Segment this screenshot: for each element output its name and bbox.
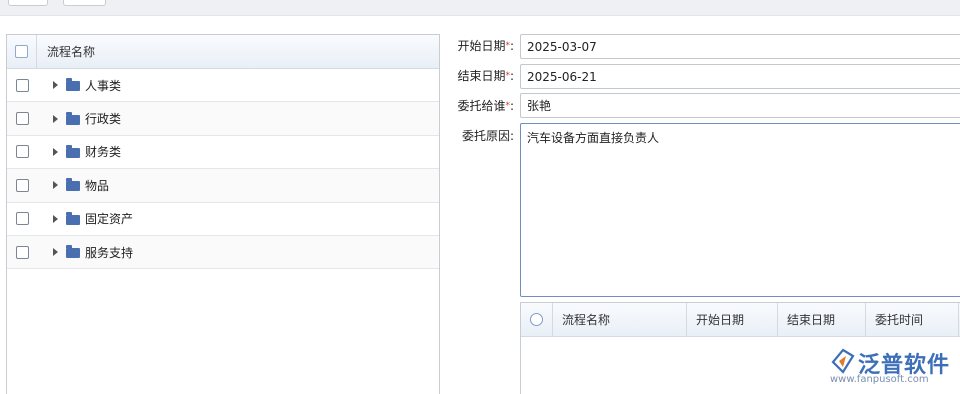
expand-arrow-icon[interactable]	[53, 147, 58, 156]
tree-row[interactable]: 人事类	[7, 69, 439, 103]
row-content: 财务类	[37, 143, 121, 160]
row-content: 人事类	[37, 77, 121, 94]
row-check-cell	[7, 169, 37, 201]
start-date-label: 开始日期*:	[448, 38, 514, 54]
end-date-field[interactable]	[520, 64, 960, 89]
logo-mark-icon	[831, 348, 855, 374]
row-checkbox[interactable]	[15, 112, 29, 126]
tree-item-label: 人事类	[85, 78, 122, 93]
end-date-label: 结束日期*:	[448, 68, 514, 84]
toolbar-button-2[interactable]	[63, 0, 106, 6]
start-date-field[interactable]	[520, 34, 960, 59]
label-colon: :	[509, 69, 514, 83]
expand-arrow-icon[interactable]	[53, 248, 58, 257]
column-delegate-time[interactable]: 委托时间	[866, 303, 959, 336]
tree-row[interactable]: 行政类	[7, 102, 439, 136]
end-date-label-text: 结束日期	[457, 69, 506, 83]
tree-row[interactable]: 服务支持	[7, 235, 439, 270]
expand-arrow-icon[interactable]	[53, 214, 58, 223]
row-content: 行政类	[37, 110, 121, 127]
label-colon: :	[509, 99, 514, 113]
row-check-cell	[7, 236, 37, 268]
folder-icon	[66, 178, 80, 192]
folder-icon	[66, 111, 80, 125]
folder-icon	[66, 144, 80, 158]
delegate-label-text: 委托给谁	[457, 99, 506, 113]
tree-row[interactable]: 财务类	[7, 136, 439, 170]
row-check-cell	[7, 102, 37, 134]
folder-icon	[66, 78, 80, 92]
row-check-cell	[7, 69, 37, 101]
tree-rows: 人事类行政类财务类物品固定资产服务支持	[7, 69, 439, 270]
row-checkbox[interactable]	[15, 78, 29, 92]
folder-icon	[66, 245, 80, 259]
tree-row[interactable]: 固定资产	[7, 203, 439, 236]
row-checkbox[interactable]	[15, 245, 29, 259]
start-date-label-text: 开始日期	[457, 39, 506, 53]
expand-arrow-icon[interactable]	[53, 181, 58, 190]
row-check-cell	[7, 203, 37, 235]
reason-label: 委托原因:	[461, 129, 514, 143]
tree-item-label: 财务类	[85, 145, 122, 160]
column-end-date[interactable]: 结束日期	[778, 303, 866, 336]
row-checkbox[interactable]	[15, 145, 29, 159]
reason-textarea[interactable]: 汽车设备方面直接负责人	[520, 123, 960, 297]
delegate-field[interactable]	[520, 93, 960, 118]
column-process-name[interactable]: 流程名称	[553, 303, 687, 336]
select-all-cell	[7, 35, 37, 68]
row-content: 服务支持	[37, 244, 133, 261]
delegation-list-header: 流程名称 开始日期 结束日期 委托时间	[521, 303, 960, 337]
row-checkbox[interactable]	[15, 212, 29, 226]
expand-arrow-icon[interactable]	[53, 81, 58, 90]
row-checkbox[interactable]	[15, 178, 29, 192]
delegate-label: 委托给谁*:	[448, 98, 514, 114]
row-content: 固定资产	[37, 210, 133, 227]
tree-item-label: 固定资产	[85, 212, 134, 227]
tree-item-label: 物品	[85, 178, 110, 193]
select-all-checkbox[interactable]	[15, 45, 28, 58]
toolbar-button-1[interactable]	[8, 0, 48, 6]
process-tree-grid: 流程名称 人事类行政类财务类物品固定资产服务支持	[6, 34, 440, 394]
tree-item-label: 服务支持	[85, 245, 134, 260]
column-start-date[interactable]: 开始日期	[687, 303, 778, 336]
tree-item-label: 行政类	[85, 112, 122, 127]
logo-url: www.fanpusoft.com	[830, 374, 929, 385]
top-toolbar	[0, 0, 960, 16]
row-check-cell	[7, 136, 37, 168]
tree-header: 流程名称	[7, 35, 439, 69]
expand-arrow-icon[interactable]	[53, 114, 58, 123]
fanpu-logo: 泛普软件 www.fanpusoft.com	[828, 344, 956, 386]
tree-row[interactable]: 物品	[7, 169, 439, 203]
row-content: 物品	[37, 177, 109, 194]
column-process-name[interactable]: 流程名称	[37, 43, 95, 60]
label-colon: :	[509, 39, 514, 53]
folder-icon	[66, 211, 80, 225]
select-cell	[521, 303, 553, 336]
select-radio[interactable]	[530, 313, 543, 326]
